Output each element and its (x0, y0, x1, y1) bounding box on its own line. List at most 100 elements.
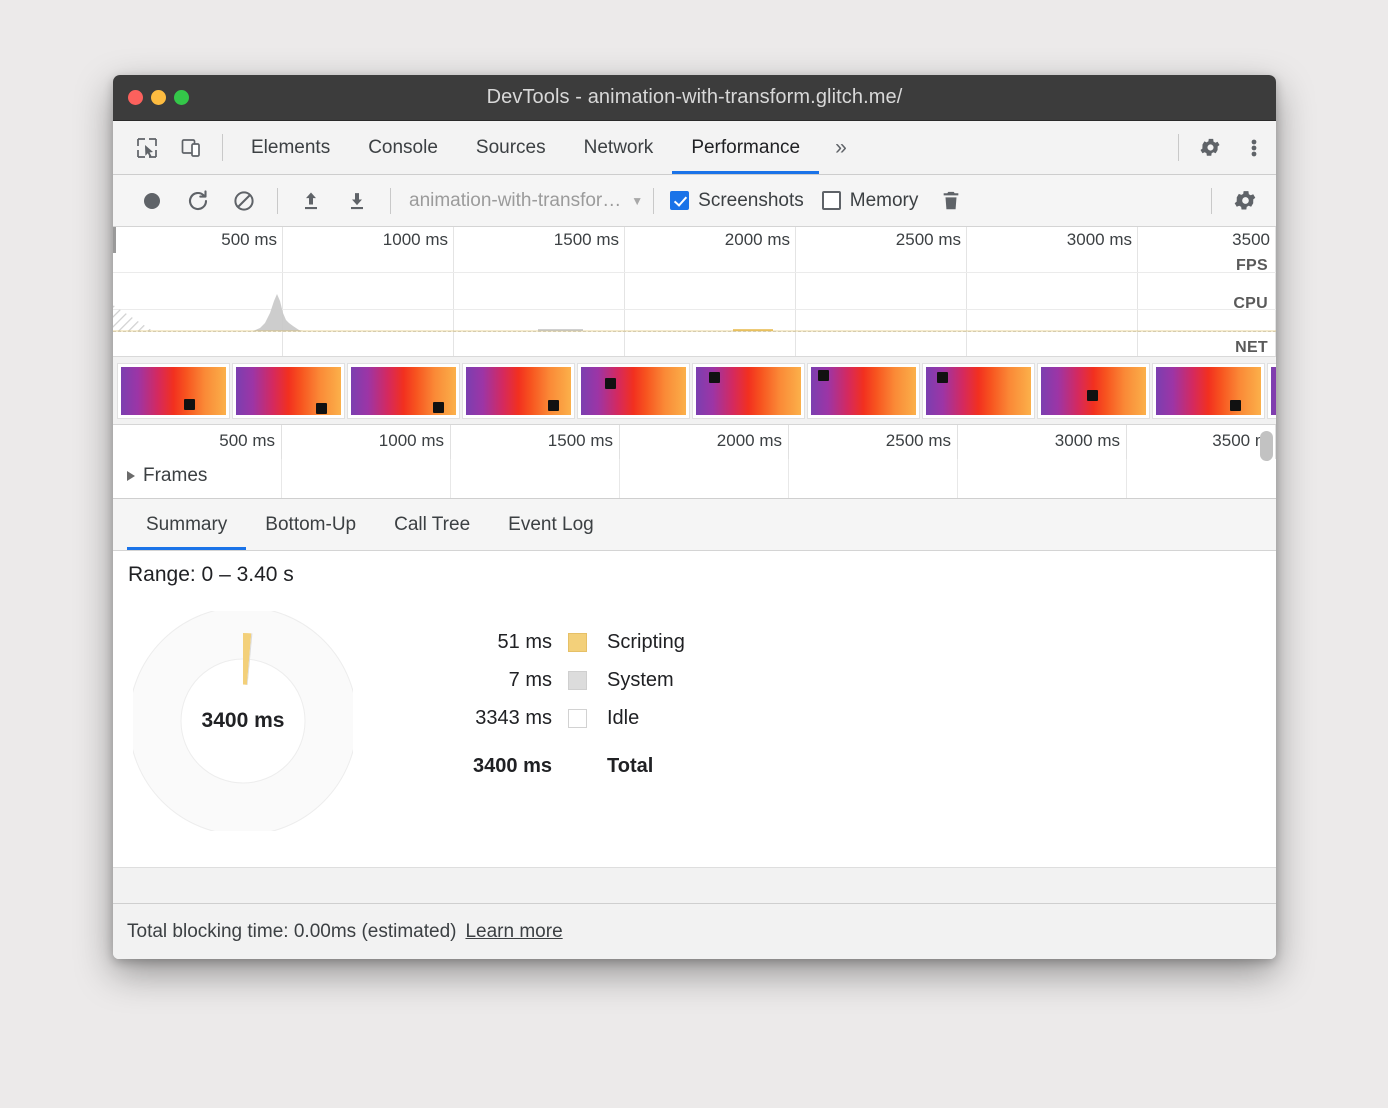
animated-square (316, 403, 327, 414)
filmstrip-frame[interactable] (232, 363, 345, 419)
overview-row-label-cpu: CPU (1233, 295, 1268, 313)
tab-event-log[interactable]: Event Log (489, 499, 613, 550)
range-label: Range: 0 – 3.40 s (128, 563, 294, 587)
screenshots-checkbox[interactable]: Screenshots (670, 190, 804, 212)
tab-elements[interactable]: Elements (232, 121, 349, 174)
detail-tabbar: Summary Bottom-Up Call Tree Event Log (113, 499, 1276, 551)
filmstrip-frame[interactable] (347, 363, 460, 419)
tab-console[interactable]: Console (349, 121, 457, 174)
legend-swatch-total (568, 757, 587, 776)
donut-center-label: 3400 ms (133, 611, 353, 831)
status-bar: Total blocking time: 0.00ms (estimated) … (113, 903, 1276, 959)
frames-gridline (789, 459, 958, 498)
filmstrip-frame[interactable] (1037, 363, 1150, 419)
animated-square (937, 372, 948, 383)
filmstrip-frame[interactable] (577, 363, 690, 419)
filmstrip-screenshot (466, 367, 571, 415)
tab-summary[interactable]: Summary (127, 499, 246, 550)
filmstrip-screenshot (1156, 367, 1261, 415)
timeline-tick: 1000 ms (282, 425, 451, 459)
timeline-tick: 2000 ms (620, 425, 789, 459)
checkbox-checked-icon (670, 191, 689, 210)
legend-total-name: Total (587, 755, 653, 778)
timeline-tick-label: 1000 ms (379, 431, 444, 451)
filmstrip-frame[interactable] (1152, 363, 1265, 419)
filmstrip-frame[interactable] (692, 363, 805, 419)
filmstrip-frame[interactable] (117, 363, 230, 419)
filmstrip-frame[interactable] (1267, 363, 1276, 419)
legend-swatch-idle (568, 709, 587, 728)
filmstrip-screenshot (236, 367, 341, 415)
tab-call-tree[interactable]: Call Tree (375, 499, 489, 550)
screenshots-label: Screenshots (698, 190, 804, 212)
filmstrip-screenshot (121, 367, 226, 415)
tab-sources[interactable]: Sources (457, 121, 565, 174)
timeline-tick: 3500 m (1127, 425, 1276, 459)
overview-row-label-net: NET (1235, 339, 1268, 357)
frames-track[interactable]: Frames (113, 459, 1276, 499)
frames-group-header[interactable]: Frames (127, 465, 207, 487)
timeline-ruler: 500 ms 1000 ms 1500 ms 2000 ms 2500 ms 3… (113, 425, 1276, 459)
chevron-down-icon: ▼ (631, 194, 643, 208)
zoom-window-button[interactable] (174, 90, 189, 105)
timeline-tick-label: 500 ms (219, 431, 275, 451)
capture-settings-gear-icon[interactable] (1222, 175, 1268, 227)
timeline-tick: 500 ms (113, 425, 282, 459)
record-toolbar-right (1201, 175, 1276, 227)
window-titlebar: DevTools - animation-with-transform.glit… (113, 75, 1276, 121)
filmstrip-screenshot (1271, 367, 1276, 415)
filmstrip-frame[interactable] (922, 363, 1035, 419)
timeline-tick: 2500 ms (789, 425, 958, 459)
legend-swatch-system (568, 671, 587, 690)
tab-bottom-up[interactable]: Bottom-Up (246, 499, 375, 550)
record-circle-icon[interactable] (129, 175, 175, 227)
download-profile-icon[interactable] (334, 175, 380, 227)
expand-triangle-icon[interactable] (127, 471, 135, 481)
upload-profile-icon[interactable] (288, 175, 334, 227)
devtools-window: DevTools - animation-with-transform.glit… (113, 75, 1276, 959)
trash-icon[interactable] (928, 175, 974, 227)
tab-performance[interactable]: Performance (672, 121, 819, 174)
window-traffic-lights (128, 90, 189, 105)
legend-name: Scripting (587, 631, 685, 654)
memory-label: Memory (850, 190, 919, 212)
device-toolbar-icon[interactable] (169, 121, 213, 174)
filmstrip-strip[interactable] (113, 357, 1276, 425)
animated-square (709, 372, 720, 383)
summary-legend: 51 ms Scripting 7 ms System 3343 ms Idle… (458, 631, 685, 778)
timeline-overview-pane[interactable]: 500 ms 1000 ms 1500 ms 2000 ms 2500 ms 3… (113, 227, 1276, 357)
tab-network[interactable]: Network (565, 121, 673, 174)
close-window-button[interactable] (128, 90, 143, 105)
more-tabs-icon[interactable]: » (819, 121, 863, 174)
legend-total-value: 3400 ms (458, 755, 568, 778)
memory-checkbox[interactable]: Memory (822, 190, 919, 212)
animated-square (818, 370, 829, 381)
filmstrip-screenshot (1041, 367, 1146, 415)
minimize-window-button[interactable] (151, 90, 166, 105)
timeline-tick: 1500 ms (451, 425, 620, 459)
reload-record-icon[interactable] (175, 175, 221, 227)
legend-value: 7 ms (458, 669, 568, 692)
timeline-vertical-scrollbar[interactable] (1260, 431, 1273, 461)
frames-gridline (451, 459, 620, 498)
tabbar-divider (222, 134, 223, 161)
legend-value: 51 ms (458, 631, 568, 654)
filmstrip-frame[interactable] (807, 363, 920, 419)
cursor-select-icon[interactable] (125, 121, 169, 174)
learn-more-link[interactable]: Learn more (465, 921, 562, 943)
filmstrip-screenshot (811, 367, 916, 415)
gear-icon[interactable] (1188, 121, 1232, 174)
legend-row-system: 7 ms System (458, 669, 685, 692)
timeline-tick-label: 3000 ms (1055, 431, 1120, 451)
legend-row-total: 3400 ms Total (458, 755, 685, 778)
frames-gridline (958, 459, 1127, 498)
overview-row-label-fps: FPS (1236, 257, 1268, 275)
frames-label-text: Frames (143, 465, 207, 487)
filmstrip-frame[interactable] (462, 363, 575, 419)
summary-donut-chart: 3400 ms (133, 611, 353, 831)
filmstrip-screenshot (696, 367, 801, 415)
clear-icon[interactable] (221, 175, 267, 227)
kebab-menu-icon[interactable] (1232, 121, 1276, 174)
profile-select-dropdown[interactable]: animation-with-transfor… ▼ (409, 190, 643, 212)
record-toolbar-divider-3 (653, 188, 654, 214)
